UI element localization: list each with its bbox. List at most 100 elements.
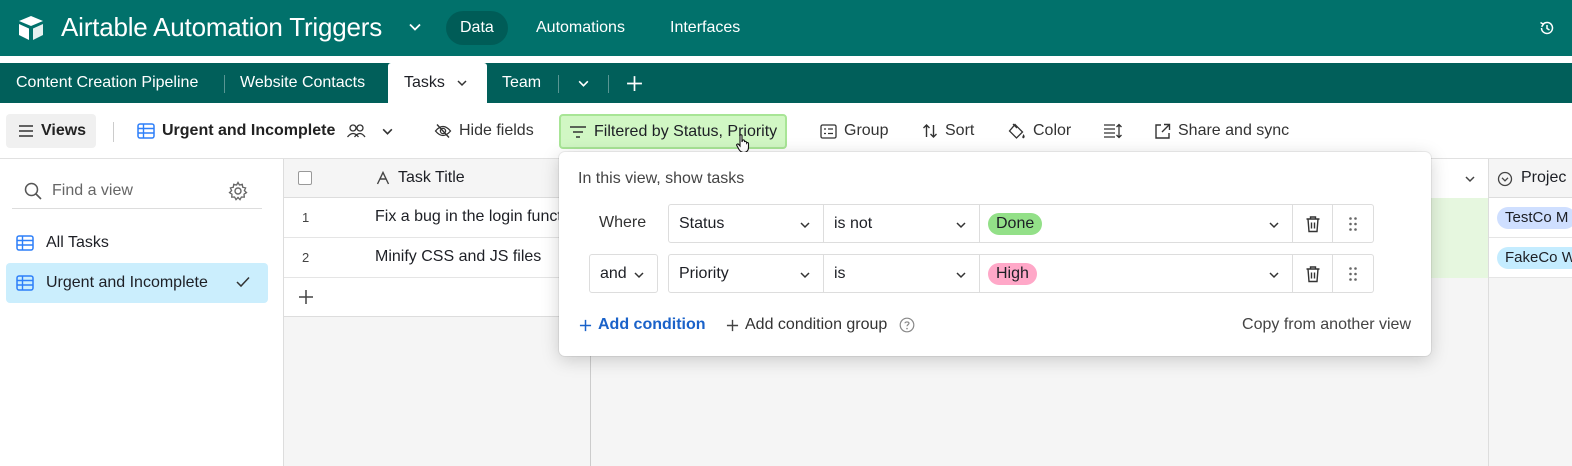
checkmark-icon bbox=[236, 276, 250, 288]
trash-icon bbox=[1305, 215, 1321, 233]
row-height-button[interactable] bbox=[1103, 114, 1123, 148]
sidebar-item-label: All Tasks bbox=[46, 234, 109, 251]
operator-value: is not bbox=[834, 214, 873, 232]
tab-tasks[interactable]: Tasks bbox=[388, 63, 487, 103]
chevron-down-icon bbox=[799, 269, 811, 281]
single-select-field-icon bbox=[1497, 171, 1513, 187]
project-cell[interactable]: FakeCo W bbox=[1489, 238, 1572, 278]
tab-website-contacts[interactable]: Website Contacts bbox=[240, 63, 365, 103]
sort-arrows-icon bbox=[922, 123, 938, 139]
status-value-pill: Done bbox=[988, 212, 1043, 235]
select-all-checkbox[interactable] bbox=[298, 171, 312, 185]
airtable-logo-icon[interactable] bbox=[16, 13, 46, 43]
conjunction-value: and bbox=[600, 264, 627, 282]
nav-data[interactable]: Data bbox=[446, 11, 508, 45]
filter-button[interactable]: Filtered by Status, Priority bbox=[559, 114, 788, 149]
color-button[interactable]: Color bbox=[1008, 114, 1071, 148]
paint-bucket-icon bbox=[1008, 123, 1026, 140]
delete-condition-button[interactable] bbox=[1293, 254, 1333, 293]
project-column: Projec TestCo M FakeCo W bbox=[1488, 159, 1572, 466]
nav-interfaces[interactable]: Interfaces bbox=[656, 11, 754, 45]
gear-icon[interactable] bbox=[228, 181, 248, 201]
add-condition-label: Add condition bbox=[598, 316, 706, 333]
filter-popover: In this view, show tasks Where Status is… bbox=[559, 152, 1431, 356]
primary-field-header[interactable]: Task Title bbox=[398, 169, 465, 187]
add-condition-group-button[interactable]: Add condition group bbox=[726, 316, 915, 334]
condition-operator-select[interactable]: is not bbox=[824, 204, 980, 243]
sidebar-item-urgent-and-incomplete[interactable]: Urgent and Incomplete bbox=[6, 263, 268, 303]
field-value: Status bbox=[679, 214, 725, 232]
condition-field-select[interactable]: Status bbox=[668, 204, 824, 243]
empty-grid-area bbox=[1489, 278, 1572, 466]
group-button[interactable]: Group bbox=[820, 114, 888, 148]
table-row[interactable]: 2 Minify CSS and JS files bbox=[284, 238, 590, 278]
tab-divider bbox=[608, 75, 609, 93]
filter-popover-title: In this view, show tasks bbox=[578, 170, 745, 187]
drag-dots-icon bbox=[1348, 216, 1358, 232]
copy-from-another-view-button[interactable]: Copy from another view bbox=[1242, 316, 1411, 334]
share-and-sync-button[interactable]: Share and sync bbox=[1154, 114, 1289, 148]
text-field-type-icon bbox=[376, 171, 390, 185]
conjunction-select[interactable]: and bbox=[589, 254, 658, 293]
project-field-header[interactable]: Projec bbox=[1489, 159, 1572, 198]
grid-view-icon bbox=[16, 235, 34, 251]
collaborative-users-icon bbox=[346, 123, 366, 139]
all-tables-chevron-icon[interactable] bbox=[577, 77, 590, 90]
sidebar-item-all-tasks[interactable]: All Tasks bbox=[6, 223, 268, 263]
table-row[interactable]: 1 Fix a bug in the login functionality bbox=[284, 198, 590, 238]
condition-value-select[interactable]: High bbox=[980, 254, 1293, 293]
condition-operator-select[interactable]: is bbox=[824, 254, 980, 293]
task-title-cell[interactable]: Fix a bug in the login functionality bbox=[375, 208, 575, 226]
base-title[interactable]: Airtable Automation Triggers bbox=[61, 12, 382, 43]
sidebar-item-label: Urgent and Incomplete bbox=[46, 274, 208, 291]
tab-divider bbox=[558, 75, 559, 93]
project-pill: FakeCo W bbox=[1497, 247, 1572, 269]
sort-button[interactable]: Sort bbox=[922, 114, 974, 148]
chevron-down-icon bbox=[633, 269, 645, 281]
project-cell[interactable]: TestCo M bbox=[1489, 198, 1572, 238]
history-icon[interactable] bbox=[1538, 19, 1556, 37]
current-view-name: Urgent and Incomplete bbox=[162, 122, 336, 139]
tab-team[interactable]: Team bbox=[502, 63, 541, 103]
chevron-down-icon[interactable] bbox=[1464, 173, 1476, 185]
task-title-cell[interactable]: Minify CSS and JS files bbox=[375, 248, 575, 266]
tab-content-creation-pipeline[interactable]: Content Creation Pipeline bbox=[16, 63, 198, 103]
views-sidebar: All Tasks Urgent and Incomplete bbox=[0, 159, 284, 466]
chevron-down-icon bbox=[1268, 269, 1280, 281]
grid-view-icon bbox=[16, 275, 34, 291]
views-button[interactable]: Views bbox=[6, 114, 97, 148]
drag-handle[interactable] bbox=[1333, 254, 1374, 293]
chevron-down-icon[interactable] bbox=[456, 77, 468, 89]
view-switcher-button[interactable]: Urgent and Incomplete bbox=[137, 114, 394, 148]
add-record-row[interactable] bbox=[284, 278, 590, 317]
delete-condition-button[interactable] bbox=[1293, 204, 1333, 243]
help-question-icon[interactable] bbox=[899, 317, 915, 333]
plus-icon bbox=[726, 319, 739, 332]
chevron-down-icon bbox=[381, 125, 394, 138]
views-label: Views bbox=[41, 122, 87, 139]
hide-fields-label: Hide fields bbox=[459, 122, 534, 139]
menu-icon bbox=[18, 124, 34, 138]
pointer-cursor-icon bbox=[735, 134, 751, 154]
find-view-input[interactable] bbox=[52, 179, 222, 203]
add-condition-group-label: Add condition group bbox=[745, 316, 888, 333]
chevron-down-icon[interactable] bbox=[408, 20, 422, 34]
chevron-down-icon bbox=[799, 219, 811, 231]
hide-fields-button[interactable]: Hide fields bbox=[434, 114, 534, 148]
sort-label: Sort bbox=[945, 122, 975, 139]
filter-condition-row: Where Status is not Done bbox=[589, 204, 1374, 243]
condition-field-select[interactable]: Priority bbox=[668, 254, 824, 293]
eye-slash-icon bbox=[434, 123, 452, 139]
drag-handle[interactable] bbox=[1333, 204, 1374, 243]
filter-icon bbox=[569, 125, 587, 139]
tab-divider bbox=[224, 75, 225, 93]
condition-value-select[interactable]: Done bbox=[980, 204, 1293, 243]
find-view-search bbox=[12, 173, 262, 209]
add-condition-button[interactable]: Add condition bbox=[579, 316, 706, 334]
chevron-down-icon bbox=[955, 269, 967, 281]
table-tab-bar: Content Creation Pipeline Website Contac… bbox=[0, 63, 1572, 103]
filter-popover-footer: Add condition Add condition group Copy f… bbox=[579, 316, 1411, 340]
add-table-plus-icon[interactable] bbox=[626, 75, 643, 92]
nav-automations[interactable]: Automations bbox=[522, 11, 639, 45]
group-icon bbox=[820, 123, 837, 139]
